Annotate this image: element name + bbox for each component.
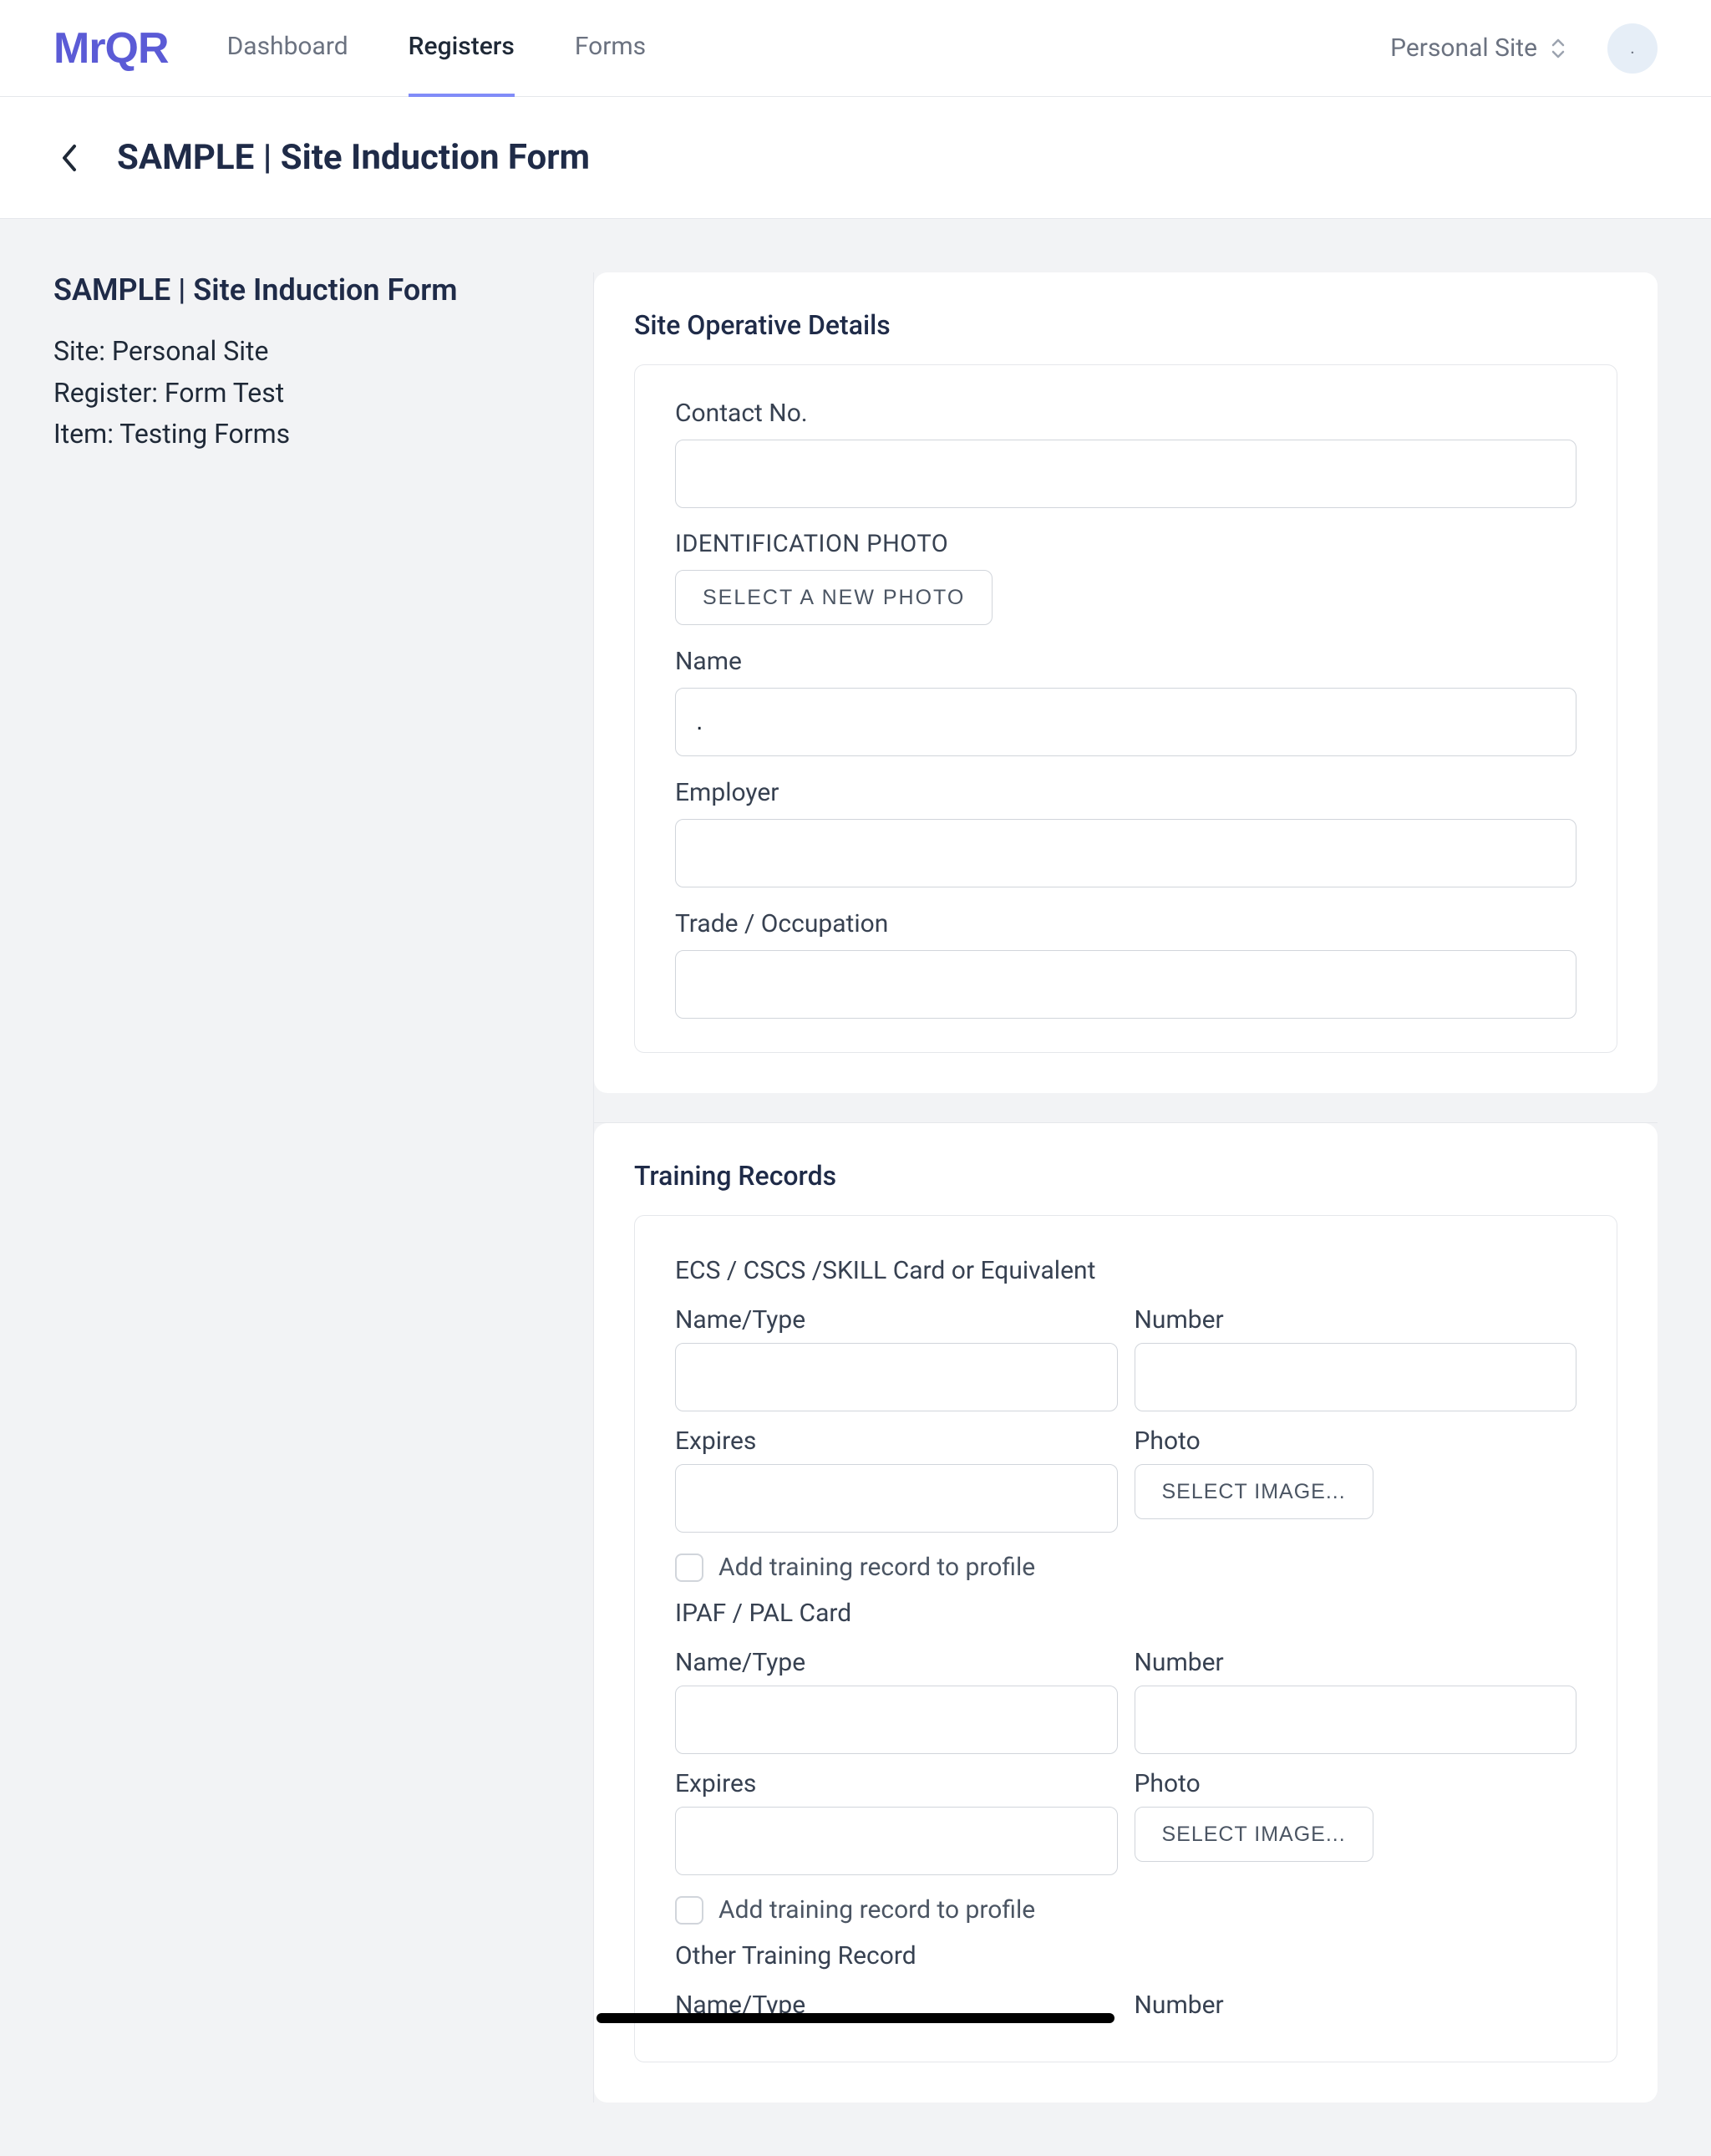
top-nav: MrQR Dashboard Registers Forms Personal … — [0, 0, 1711, 97]
label-name: Name — [675, 647, 1576, 676]
label-g0-photo: Photo — [1135, 1426, 1577, 1456]
label-g0-name: Name/Type — [675, 1305, 1118, 1335]
panel-operative: Contact No. IDENTIFICATION PHOTO Select … — [634, 364, 1617, 1053]
form-meta-sidebar: SAMPLE | Site Induction Form Site: Perso… — [53, 272, 593, 2103]
label-g1-photo: Photo — [1135, 1769, 1577, 1798]
page-title: SAMPLE | Site Induction Form — [117, 137, 590, 178]
training-group-heading-1: IPAF / PAL Card — [675, 1599, 1576, 1628]
card-title-operative: Site Operative Details — [634, 309, 1617, 341]
select-image-button-1[interactable]: Select image... — [1135, 1807, 1373, 1862]
home-indicator — [597, 2013, 1114, 2023]
checkbox-add-profile-1[interactable] — [675, 1896, 703, 1925]
training-group-heading-2: Other Training Record — [675, 1941, 1576, 1970]
input-contact[interactable] — [675, 440, 1576, 508]
input-g0-name[interactable] — [675, 1343, 1118, 1411]
card-site-operative-details: Site Operative Details Contact No. IDENT… — [594, 272, 1658, 1093]
page-header: SAMPLE | Site Induction Form — [0, 97, 1711, 219]
label-g1-expires: Expires — [675, 1769, 1118, 1798]
meta-register-value: Form Test — [165, 377, 284, 409]
back-button[interactable] — [53, 141, 87, 175]
form-meta-title: SAMPLE | Site Induction Form — [53, 272, 560, 308]
logo: MrQR — [53, 23, 169, 74]
label-add-profile-0: Add training record to profile — [718, 1553, 1035, 1582]
nav-tabs: Dashboard Registers Forms — [227, 0, 1391, 97]
label-contact: Contact No. — [675, 399, 1576, 428]
meta-site-label: Site: — [53, 335, 105, 367]
meta-site: Site: Personal Site — [53, 331, 560, 373]
input-name[interactable] — [675, 688, 1576, 756]
meta-site-value: Personal Site — [112, 335, 269, 367]
label-employer: Employer — [675, 778, 1576, 807]
checkbox-add-profile-0[interactable] — [675, 1553, 703, 1582]
card-title-training: Training Records — [634, 1160, 1617, 1192]
chevron-up-down-icon — [1549, 37, 1567, 60]
site-selector-label: Personal Site — [1390, 33, 1537, 63]
input-g1-number[interactable] — [1135, 1686, 1577, 1754]
input-g1-name[interactable] — [675, 1686, 1118, 1754]
meta-item: Item: Testing Forms — [53, 414, 560, 455]
input-g0-number[interactable] — [1135, 1343, 1577, 1411]
input-g1-expires[interactable] — [675, 1807, 1118, 1875]
chevron-left-icon — [59, 141, 81, 175]
meta-register: Register: Form Test — [53, 373, 560, 414]
tab-registers[interactable]: Registers — [409, 0, 515, 97]
meta-item-value: Testing Forms — [119, 418, 290, 450]
label-g0-number: Number — [1135, 1305, 1577, 1335]
select-photo-button[interactable]: Select a new photo — [675, 570, 993, 625]
card-training-records: Training Records ECS / CSCS /SKILL Card … — [594, 1123, 1658, 2103]
panel-training: ECS / CSCS /SKILL Card or Equivalent Nam… — [634, 1215, 1617, 2062]
training-group-heading-0: ECS / CSCS /SKILL Card or Equivalent — [675, 1256, 1576, 1285]
label-id-photo: IDENTIFICATION PHOTO — [675, 530, 1576, 558]
meta-register-label: Register: — [53, 377, 158, 409]
select-image-button-0[interactable]: Select image... — [1135, 1464, 1373, 1519]
tab-dashboard[interactable]: Dashboard — [227, 0, 348, 97]
avatar[interactable]: . — [1607, 23, 1658, 74]
label-add-profile-1: Add training record to profile — [718, 1895, 1035, 1925]
form-main: Site Operative Details Contact No. IDENT… — [593, 272, 1658, 2103]
input-g0-expires[interactable] — [675, 1464, 1118, 1533]
site-selector[interactable]: Personal Site — [1390, 33, 1567, 63]
label-g0-expires: Expires — [675, 1426, 1118, 1456]
label-g1-number: Number — [1135, 1648, 1577, 1677]
label-trade: Trade / Occupation — [675, 909, 1576, 938]
tab-forms[interactable]: Forms — [575, 0, 646, 97]
input-employer[interactable] — [675, 819, 1576, 887]
meta-item-label: Item: — [53, 418, 114, 450]
label-g2-number: Number — [1135, 1991, 1577, 2020]
label-g1-name: Name/Type — [675, 1648, 1118, 1677]
input-trade[interactable] — [675, 950, 1576, 1019]
